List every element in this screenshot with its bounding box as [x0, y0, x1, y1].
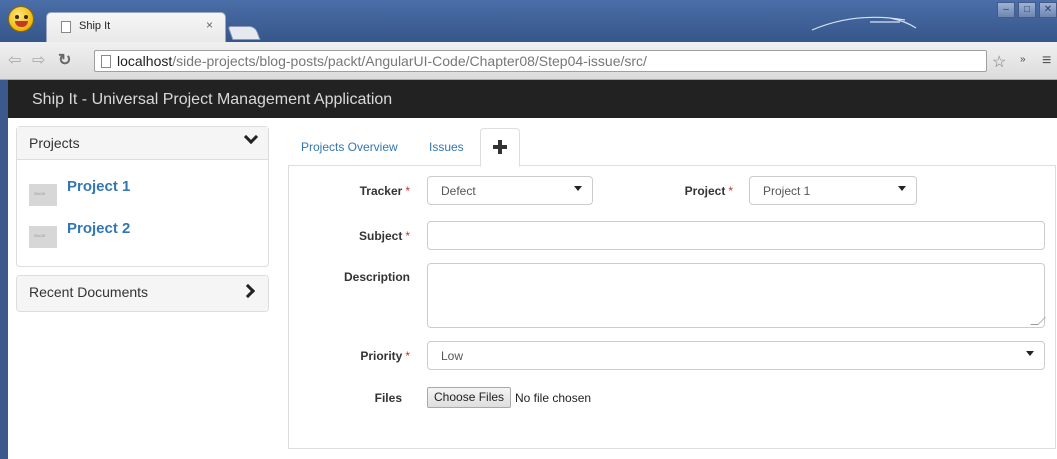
dropdown-arrow-icon	[1026, 351, 1034, 356]
project-link[interactable]: Project 2	[67, 220, 130, 237]
dropdown-arrow-icon	[898, 186, 906, 191]
resize-handle-icon[interactable]	[1030, 317, 1046, 325]
browser-toolbar: ⇦ ⇨ ↻ localhost/side-projects/blog-posts…	[0, 42, 1057, 80]
main-content: Projects Overview Issues Tracker * Defect…	[288, 128, 1056, 449]
back-icon[interactable]: ⇦	[8, 50, 21, 70]
new-tab-button[interactable]	[227, 26, 261, 40]
project-thumbnail	[29, 226, 57, 248]
tracker-label: Tracker *	[359, 184, 410, 198]
chevron-down-icon	[243, 129, 259, 145]
browser-tab[interactable]: Ship It ×	[46, 12, 226, 42]
recent-documents-panel: Recent Documents	[16, 275, 269, 312]
tab-bar: Projects Overview Issues	[288, 128, 1056, 167]
recent-documents-title: Recent Documents	[29, 284, 149, 300]
files-label: Files	[374, 391, 402, 405]
extensions-overflow-icon[interactable]: »	[1020, 54, 1026, 65]
priority-value: Low	[441, 349, 464, 363]
tab-issues[interactable]: Issues	[429, 140, 464, 154]
recent-documents-heading[interactable]: Recent Documents	[17, 276, 268, 311]
project-thumbnail	[29, 184, 57, 206]
projects-panel-heading[interactable]: Projects	[17, 127, 268, 160]
tab-close-icon[interactable]: ×	[206, 18, 213, 32]
project-value: Project 1	[763, 184, 811, 198]
close-window-button[interactable]: ✕	[1039, 2, 1057, 18]
list-item: Project 2	[29, 216, 256, 258]
description-label: Description	[343, 270, 410, 284]
url-text: localhost/side-projects/blog-posts/packt…	[117, 53, 647, 69]
minimize-button[interactable]: –	[997, 2, 1015, 18]
tab-title: Ship It	[79, 20, 111, 32]
bookmark-star-icon[interactable]: ☆	[992, 52, 1006, 72]
app-navbar: Ship It - Universal Project Management A…	[8, 80, 1057, 118]
app-brand[interactable]: Ship It - Universal Project Management A…	[32, 91, 392, 109]
choose-files-button[interactable]: Choose Files	[427, 387, 512, 408]
subject-label: Subject *	[358, 229, 410, 243]
required-marker: *	[405, 184, 410, 198]
tracker-value: Defect	[441, 184, 476, 198]
priority-label: Priority *	[360, 349, 410, 363]
required-marker: *	[405, 349, 410, 363]
required-marker: *	[728, 184, 733, 198]
projects-panel-title: Projects	[29, 135, 80, 151]
web-page: Ship It - Universal Project Management A…	[8, 80, 1057, 459]
projects-list: Project 1 Project 2	[17, 160, 268, 266]
dropdown-arrow-icon	[574, 186, 582, 191]
tracker-select[interactable]: Defect	[427, 176, 593, 205]
browser-window: Ship It × – □ ✕ ⇦ ⇨ ↻ localhost/side-pro…	[0, 0, 1057, 459]
page-icon	[101, 55, 111, 68]
reload-icon[interactable]: ↻	[58, 50, 71, 70]
car-swoosh-icon	[811, 16, 917, 31]
tab-projects-overview[interactable]: Projects Overview	[301, 140, 398, 154]
files-status: No file chosen	[515, 391, 592, 405]
plus-icon	[493, 140, 507, 154]
project-label: Project *	[684, 184, 733, 198]
description-textarea[interactable]	[427, 263, 1046, 328]
required-marker: *	[405, 229, 410, 243]
address-bar[interactable]: localhost/side-projects/blog-posts/packt…	[94, 50, 987, 72]
sidebar: Projects Project 1 Project 2 Recent	[16, 126, 269, 320]
priority-select[interactable]: Low	[427, 341, 1045, 370]
list-item: Project 1	[29, 174, 256, 216]
chevron-right-icon	[240, 283, 256, 299]
project-link[interactable]: Project 1	[67, 178, 130, 195]
issue-form: Tracker * Defect Project * Project 1 Subje…	[288, 166, 1056, 449]
menu-icon[interactable]: ≡	[1042, 52, 1051, 70]
browser-logo-icon	[8, 6, 34, 32]
tab-new-issue[interactable]	[480, 128, 520, 167]
window-controls: – □ ✕	[997, 2, 1057, 18]
title-bar: Ship It × – □ ✕	[0, 0, 1057, 42]
project-select[interactable]: Project 1	[749, 176, 917, 205]
page-icon	[61, 21, 71, 33]
projects-panel: Projects Project 1 Project 2	[16, 126, 269, 267]
maximize-button[interactable]: □	[1018, 2, 1036, 18]
subject-input[interactable]	[427, 221, 1045, 250]
forward-icon[interactable]: ⇨	[32, 50, 45, 70]
